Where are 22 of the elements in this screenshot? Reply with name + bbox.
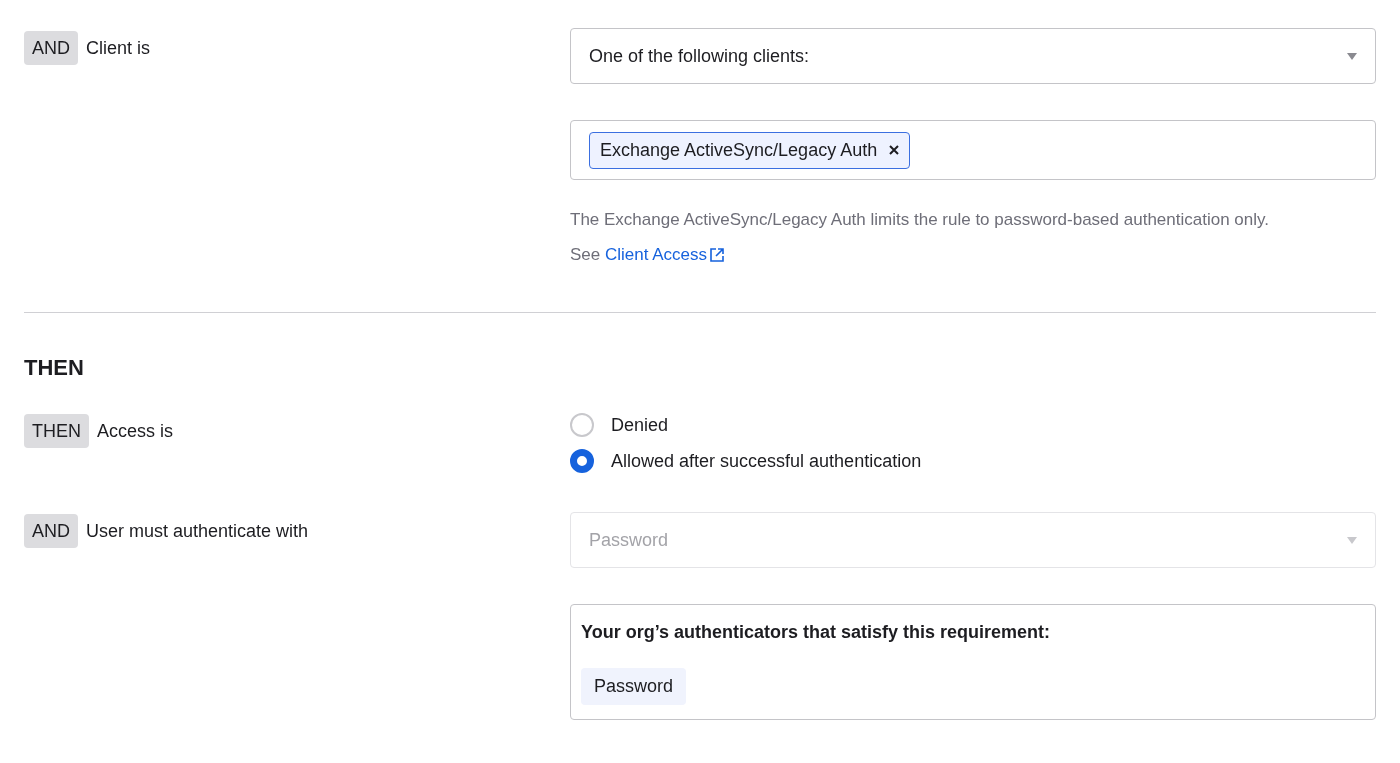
authenticator-chip: Password — [581, 668, 687, 705]
radio-option[interactable]: Allowed after successful authentication — [570, 448, 922, 474]
dropdown-select[interactable]: One of the following clients: — [570, 28, 1376, 84]
condition-badge: THEN — [24, 414, 89, 448]
caret-icon — [1347, 52, 1357, 60]
remove-icon[interactable] — [889, 145, 900, 155]
caret-icon — [1347, 536, 1357, 544]
client-access-link[interactable]: Client Access — [605, 237, 726, 272]
condition-badge: AND — [24, 514, 78, 548]
panel-title: Your org’s authenticators that satisfy this requirement: — [581, 621, 1052, 644]
section-heading: THEN — [24, 354, 85, 382]
radio-icon — [570, 413, 594, 437]
condition-label: User must authenticate with — [86, 519, 309, 543]
tag-input-field[interactable]: Exchange ActiveSync/Legacy Auth — [570, 120, 1376, 180]
radio-icon — [570, 449, 594, 473]
condition-badge: AND — [24, 31, 78, 65]
condition-label: Access is — [97, 419, 174, 443]
radio-option[interactable]: Denied — [570, 412, 922, 438]
client-tag: Exchange ActiveSync/Legacy Auth — [589, 131, 911, 169]
help-text: The Exchange ActiveSync/Legacy Auth limits the rule to password-based authentication only. See Client Access — [570, 202, 1290, 272]
condition-label: Client is — [86, 36, 151, 60]
external-link-icon — [709, 246, 726, 263]
